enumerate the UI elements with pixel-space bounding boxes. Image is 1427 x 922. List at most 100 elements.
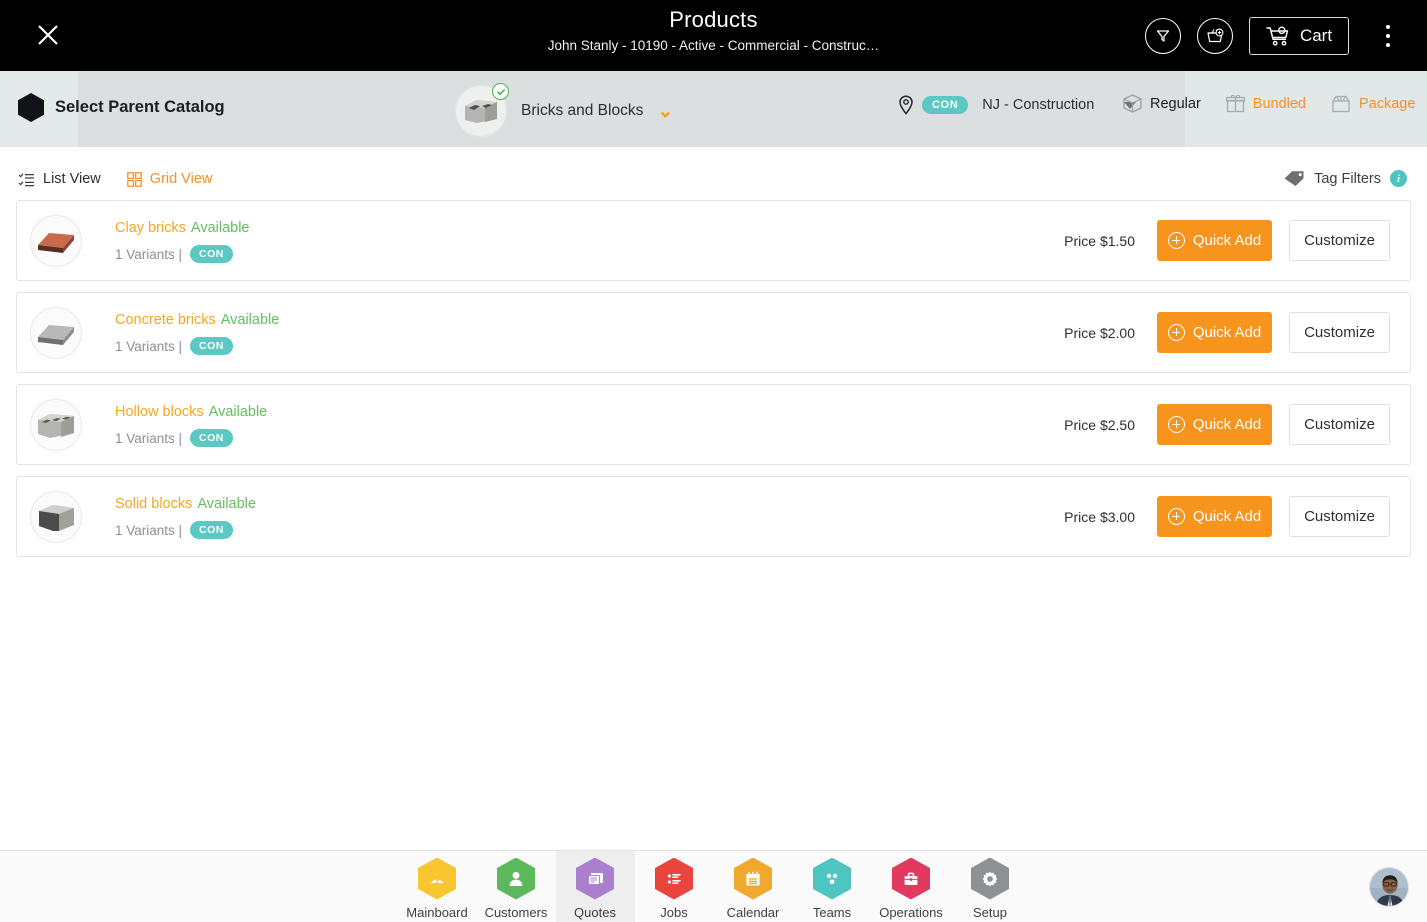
nav-label: Operations bbox=[879, 904, 943, 920]
concrete-brick-thumbnail-icon bbox=[38, 324, 74, 345]
sidebar-item-customers[interactable]: Customers bbox=[477, 851, 556, 922]
quotes-icon bbox=[576, 857, 614, 900]
avatar[interactable] bbox=[1369, 867, 1409, 907]
tasklist-icon bbox=[655, 857, 693, 900]
sidebar-item-jobs[interactable]: Jobs bbox=[635, 851, 714, 922]
product-name[interactable]: Clay bricks bbox=[115, 220, 186, 236]
division-badge: CON bbox=[190, 245, 233, 263]
quick-add-label: Quick Add bbox=[1192, 508, 1262, 525]
table-row[interactable]: Concrete bricks Available 1 Variants | CO… bbox=[16, 292, 1411, 373]
grid-view-icon bbox=[126, 171, 142, 187]
variants-count: 1 Variants | bbox=[115, 522, 183, 538]
grid-view-label: Grid View bbox=[149, 171, 213, 187]
plus-circle-icon bbox=[1167, 416, 1185, 433]
product-thumbnail bbox=[30, 214, 82, 267]
filter-button[interactable] bbox=[1145, 17, 1181, 54]
product-name-row: Hollow blocks Available bbox=[115, 402, 1064, 423]
grid-view-toggle[interactable]: Grid View bbox=[126, 171, 213, 187]
add-to-basket-button[interactable] bbox=[1197, 17, 1233, 54]
sidebar-item-quotes[interactable]: Quotes bbox=[555, 851, 635, 922]
nav-label: Setup bbox=[973, 904, 1007, 920]
product-thumbnail bbox=[30, 398, 82, 451]
user-avatar-icon bbox=[1370, 868, 1408, 906]
product-name-row: Concrete bricks Available bbox=[115, 310, 1064, 331]
product-list: Clay bricks Available 1 Variants | CON Pr… bbox=[0, 200, 1427, 568]
hollow-block-thumbnail-icon bbox=[38, 413, 74, 438]
catalog-selector[interactable]: Bricks and Blocks ⌄ bbox=[455, 83, 673, 137]
product-meta-row: 1 Variants | CON bbox=[115, 429, 1064, 447]
quick-add-button[interactable]: Quick Add bbox=[1157, 312, 1272, 353]
quick-add-button[interactable]: Quick Add bbox=[1157, 220, 1272, 261]
type-bundled[interactable]: Bundled bbox=[1225, 93, 1306, 114]
nav-label: Quotes bbox=[574, 904, 616, 920]
bottom-nav-items: Mainboard Customers Quotes Jobs Calendar… bbox=[398, 851, 1030, 922]
overflow-menu-button[interactable] bbox=[1377, 18, 1399, 54]
product-info: Solid blocks Available 1 Variants | CON bbox=[115, 494, 1064, 539]
check-badge-icon bbox=[492, 83, 509, 100]
gear-icon bbox=[971, 857, 1009, 900]
gift-icon bbox=[1225, 94, 1245, 113]
cart-button[interactable]: Cart bbox=[1249, 16, 1349, 55]
selected-catalog-label: Bricks and Blocks bbox=[521, 102, 644, 119]
product-price: Price $2.00 bbox=[1064, 324, 1135, 341]
select-parent-catalog-button[interactable]: Select Parent Catalog bbox=[18, 93, 225, 122]
customize-button[interactable]: Customize bbox=[1289, 220, 1390, 261]
product-name-row: Solid blocks Available bbox=[115, 494, 1064, 515]
product-info: Hollow blocks Available 1 Variants | CON bbox=[115, 402, 1064, 447]
customize-button[interactable]: Customize bbox=[1289, 496, 1390, 537]
product-name[interactable]: Hollow blocks bbox=[115, 404, 204, 420]
solid-block-thumbnail-icon bbox=[39, 504, 74, 531]
product-name[interactable]: Concrete bricks bbox=[115, 312, 216, 328]
quick-add-button[interactable]: Quick Add bbox=[1157, 404, 1272, 445]
teams-icon bbox=[813, 857, 851, 900]
status-badge: Available bbox=[208, 404, 268, 420]
nav-label: Jobs bbox=[660, 904, 688, 920]
product-name[interactable]: Solid blocks bbox=[115, 496, 192, 512]
bottom-navigation: Mainboard Customers Quotes Jobs Calendar… bbox=[0, 850, 1427, 922]
status-badge: Available bbox=[197, 496, 256, 512]
briefcase-icon bbox=[892, 857, 930, 900]
tag-filters-button[interactable]: Tag Filters i bbox=[1283, 169, 1407, 188]
quick-add-button[interactable]: Quick Add bbox=[1157, 496, 1272, 537]
catalog-bar: Select Parent Catalog Bricks and Blocks … bbox=[0, 71, 1427, 147]
close-icon bbox=[38, 25, 58, 45]
info-icon[interactable]: i bbox=[1390, 170, 1407, 187]
location-badge: CON bbox=[922, 96, 969, 114]
kebab-dot bbox=[1386, 24, 1390, 29]
product-thumbnail bbox=[30, 306, 82, 359]
dashboard-icon bbox=[418, 857, 456, 900]
calendar-icon bbox=[734, 857, 772, 900]
cart-label: Cart bbox=[1299, 25, 1333, 45]
customize-button[interactable]: Customize bbox=[1289, 312, 1390, 353]
customize-button[interactable]: Customize bbox=[1289, 404, 1390, 445]
variants-count: 1 Variants | bbox=[115, 246, 183, 262]
sidebar-item-teams[interactable]: Teams bbox=[793, 851, 872, 922]
tag-icon bbox=[1284, 171, 1304, 186]
list-view-toggle[interactable]: List View bbox=[18, 171, 101, 187]
close-button[interactable] bbox=[32, 19, 64, 51]
sidebar-item-calendar[interactable]: Calendar bbox=[714, 851, 793, 922]
hollow-block-thumbnail-icon bbox=[465, 100, 497, 123]
person-icon bbox=[497, 857, 535, 900]
map-pin-icon bbox=[899, 95, 913, 115]
table-row[interactable]: Solid blocks Available 1 Variants | CON P… bbox=[16, 476, 1411, 557]
location-selector[interactable]: CON NJ - Construction bbox=[898, 95, 1137, 115]
sidebar-item-operations[interactable]: Operations bbox=[872, 851, 951, 922]
location-name: NJ - Construction bbox=[982, 97, 1095, 113]
sidebar-item-setup[interactable]: Setup bbox=[951, 851, 1030, 922]
product-price: Price $2.50 bbox=[1064, 416, 1135, 433]
sidebar-item-mainboard[interactable]: Mainboard bbox=[398, 851, 477, 922]
plus-circle-icon bbox=[1167, 508, 1185, 525]
clay-brick-thumbnail-icon bbox=[38, 232, 74, 253]
type-bundled-label: Bundled bbox=[1252, 95, 1306, 112]
chevron-down-icon[interactable]: ⌄ bbox=[657, 102, 673, 121]
variants-count: 1 Variants | bbox=[115, 430, 183, 446]
type-regular[interactable]: Regular bbox=[1122, 93, 1201, 114]
box-icon bbox=[1123, 94, 1142, 113]
type-package[interactable]: Package bbox=[1330, 93, 1415, 114]
table-row[interactable]: Clay bricks Available 1 Variants | CON Pr… bbox=[16, 200, 1411, 281]
package-icon bbox=[1332, 95, 1350, 113]
quick-add-label: Quick Add bbox=[1192, 416, 1262, 433]
product-price: Price $1.50 bbox=[1064, 232, 1135, 249]
table-row[interactable]: Hollow blocks Available 1 Variants | CON … bbox=[16, 384, 1411, 465]
